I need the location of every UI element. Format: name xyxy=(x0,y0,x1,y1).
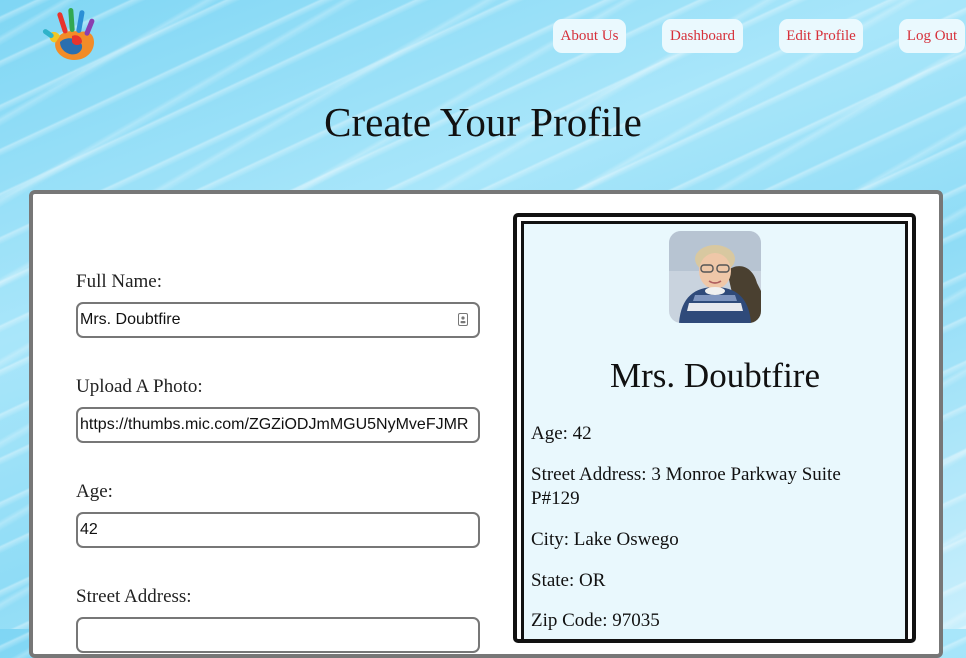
age-value: 42 xyxy=(80,521,98,538)
log-out-button[interactable]: Log Out xyxy=(899,19,965,53)
about-us-button[interactable]: About Us xyxy=(553,19,626,53)
preview-full-name: Mrs. Doubtfire xyxy=(610,356,820,395)
upload-photo-label: Upload A Photo: xyxy=(76,376,203,397)
page-title: Create Your Profile xyxy=(324,99,642,145)
preview-city: City: Lake Oswego xyxy=(531,529,679,550)
preview-street-address: Street Address: 3 Monroe Parkway Suite P… xyxy=(531,464,841,509)
age-input[interactable]: 42 xyxy=(76,512,480,548)
preview-age: Age: 42 xyxy=(531,423,592,444)
street-address-label: Street Address: xyxy=(76,586,192,607)
dashboard-button[interactable]: Dashboard xyxy=(662,19,743,53)
edit-profile-button[interactable]: Edit Profile xyxy=(779,19,863,53)
full-name-label: Full Name: xyxy=(76,271,163,292)
full-name-value: Mrs. Doubtfire xyxy=(80,311,181,328)
hand-logo-icon[interactable] xyxy=(42,6,100,64)
photo-url-value: https://thumbs.mic.com/ZGZiODJmMGU5NyMve… xyxy=(80,416,469,433)
preview-zip-code: Zip Code: 97035 xyxy=(531,610,660,631)
photo-url-input[interactable]: https://thumbs.mic.com/ZGZiODJmMGU5NyMve… xyxy=(76,407,480,443)
contact-card-icon[interactable] xyxy=(458,313,468,326)
street-address-input[interactable] xyxy=(76,617,480,653)
preview-state: State: OR xyxy=(531,570,606,591)
age-label: Age: xyxy=(76,481,113,502)
profile-avatar xyxy=(669,231,761,323)
full-name-input[interactable]: Mrs. Doubtfire xyxy=(76,302,480,338)
